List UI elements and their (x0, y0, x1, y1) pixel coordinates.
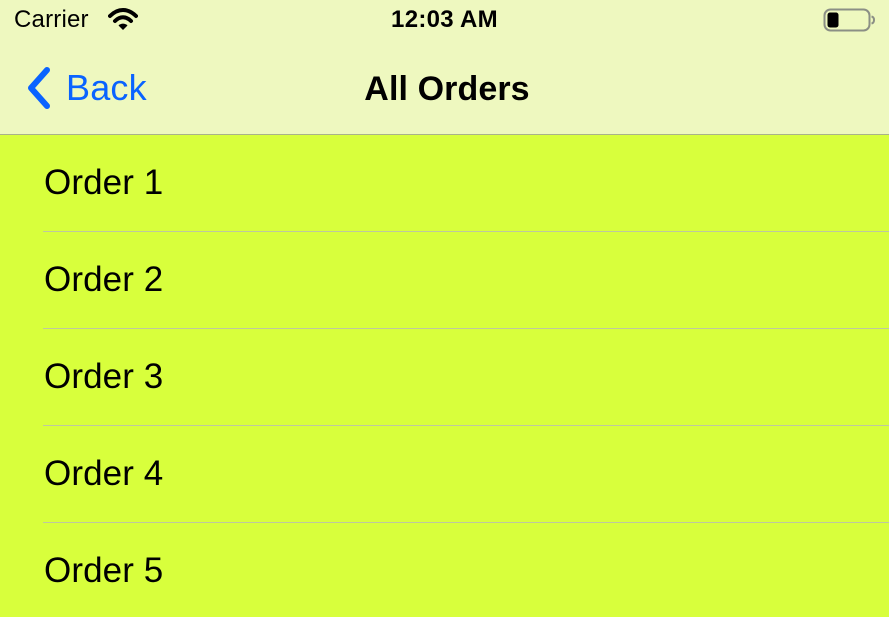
order-row-3[interactable]: Order 3 (0, 329, 889, 426)
order-row-2[interactable]: Order 2 (0, 232, 889, 329)
status-time: 12:03 AM (391, 6, 498, 33)
navigation-bar: Back All Orders (0, 40, 889, 134)
page-title: All Orders (364, 70, 530, 108)
status-bar: Carrier 12:03 AM (0, 0, 889, 40)
orders-list: Order 1 Order 2 Order 3 Order 4 Order 5 (0, 135, 889, 617)
order-row-1[interactable]: Order 1 (0, 135, 889, 232)
order-row-4[interactable]: Order 4 (0, 426, 889, 523)
order-label-4: Order 4 (44, 454, 164, 493)
battery-icon (823, 8, 875, 32)
order-label-5: Order 5 (44, 551, 164, 590)
order-label-1: Order 1 (44, 163, 164, 202)
order-row-5[interactable]: Order 5 (0, 523, 889, 617)
order-label-3: Order 3 (44, 357, 164, 396)
top-bar: Carrier 12:03 AM Back All Orders (0, 0, 889, 135)
order-label-2: Order 2 (44, 260, 164, 299)
